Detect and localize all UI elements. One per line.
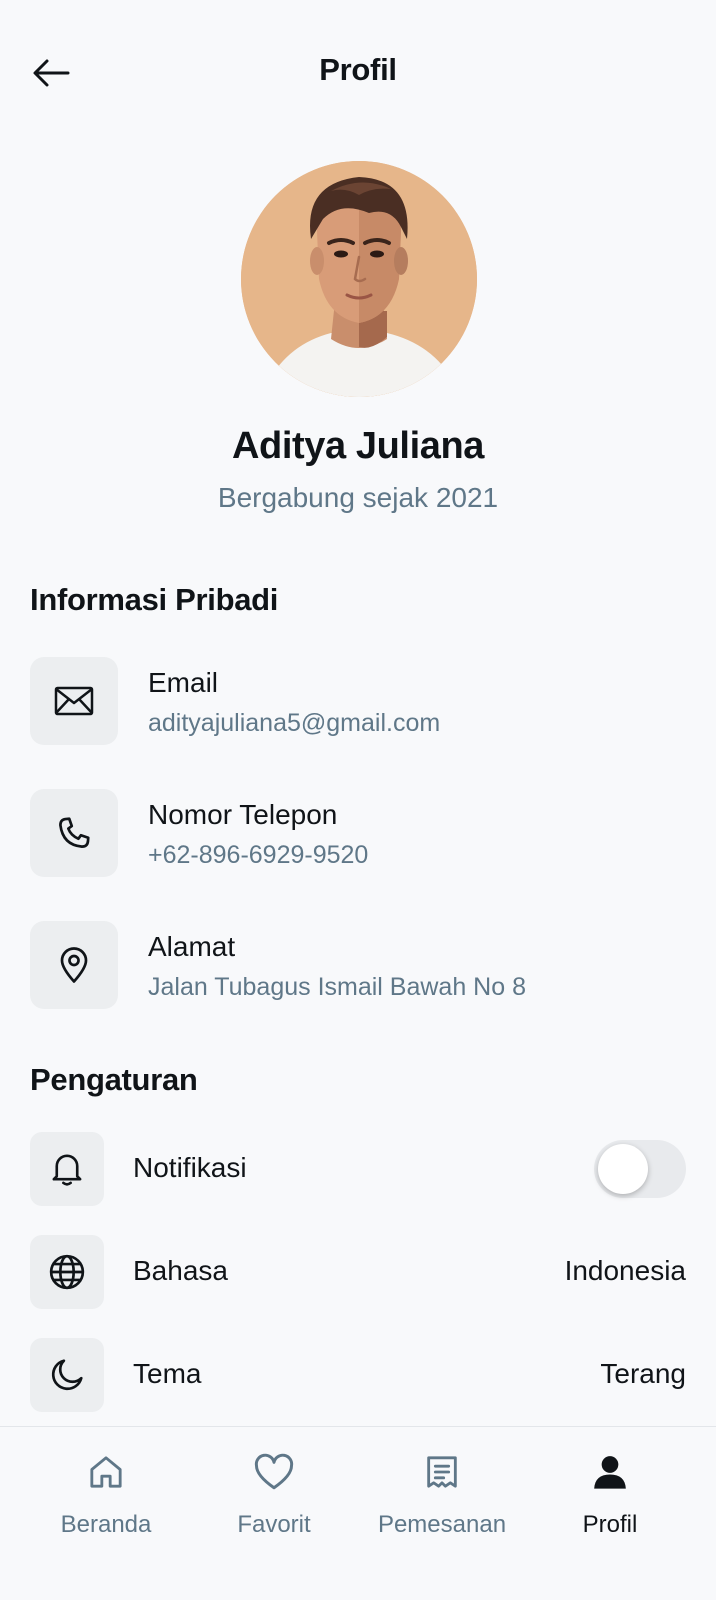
info-value: +62-896-6929-9520 [148,841,369,869]
nav-label: Favorit [237,1511,311,1538]
section-title-personal: Informasi Pribadi [30,582,279,617]
user-icon [594,1456,626,1489]
heart-icon [254,1453,294,1490]
icon-tile [30,1132,104,1206]
icon-tile [30,1338,104,1412]
setting-label: Tema [133,1358,202,1389]
nav-item-beranda[interactable]: Beranda [21,1449,191,1559]
icon-tile [30,921,118,1009]
info-label: Email [148,667,219,698]
moon-icon [51,1359,83,1391]
bell-icon [52,1154,82,1186]
toggle-knob [598,1144,648,1194]
home-icon [90,1456,122,1488]
setting-theme[interactable]: Tema Terang [30,1338,686,1412]
user-name: Aditya Juliana [231,425,485,467]
nav-label: Profil [582,1511,638,1538]
info-item-address[interactable]: Alamat Jalan Tubagus Ismail Bawah No 8 [30,921,686,1009]
location-pin-icon [60,947,88,983]
globe-icon [49,1254,85,1290]
info-item-phone[interactable]: Nomor Telepon +62-896-6929-9520 [30,789,686,877]
theme-value[interactable]: Terang [600,1358,686,1390]
nav-item-favorit[interactable]: Favorit [189,1449,359,1559]
setting-label: Notifikasi [133,1152,247,1183]
icon-tile [30,789,118,877]
receipt-icon [427,1456,457,1488]
bottom-navigation: Beranda Favorit Pemesanan Profil [0,1426,716,1600]
avatar[interactable] [241,161,477,397]
setting-language[interactable]: Bahasa Indonesia [30,1235,686,1309]
nav-label: Pemesanan [377,1511,507,1538]
setting-notifications: Notifikasi [30,1132,686,1206]
setting-label: Bahasa [133,1255,228,1286]
info-label: Nomor Telepon [148,799,338,830]
phone-icon [59,817,90,848]
member-since: Bergabung sejak 2021 [217,482,499,513]
nav-label: Beranda [60,1511,152,1538]
app-header: Profil [0,0,716,150]
nav-item-pemesanan[interactable]: Pemesanan [357,1449,527,1559]
mail-icon [54,686,94,716]
info-label: Alamat [148,931,236,962]
nav-item-profil[interactable]: Profil [525,1449,695,1559]
language-value[interactable]: Indonesia [565,1255,686,1287]
info-value: adityajuliana5@gmail.com [148,709,441,737]
section-title-settings: Pengaturan [30,1062,198,1097]
page-title: Profil [319,52,397,87]
info-item-email[interactable]: Email adityajuliana5@gmail.com [30,657,686,745]
icon-tile [30,1235,104,1309]
icon-tile [30,657,118,745]
info-value: Jalan Tubagus Ismail Bawah No 8 [148,973,526,1001]
notification-toggle[interactable] [594,1140,686,1198]
